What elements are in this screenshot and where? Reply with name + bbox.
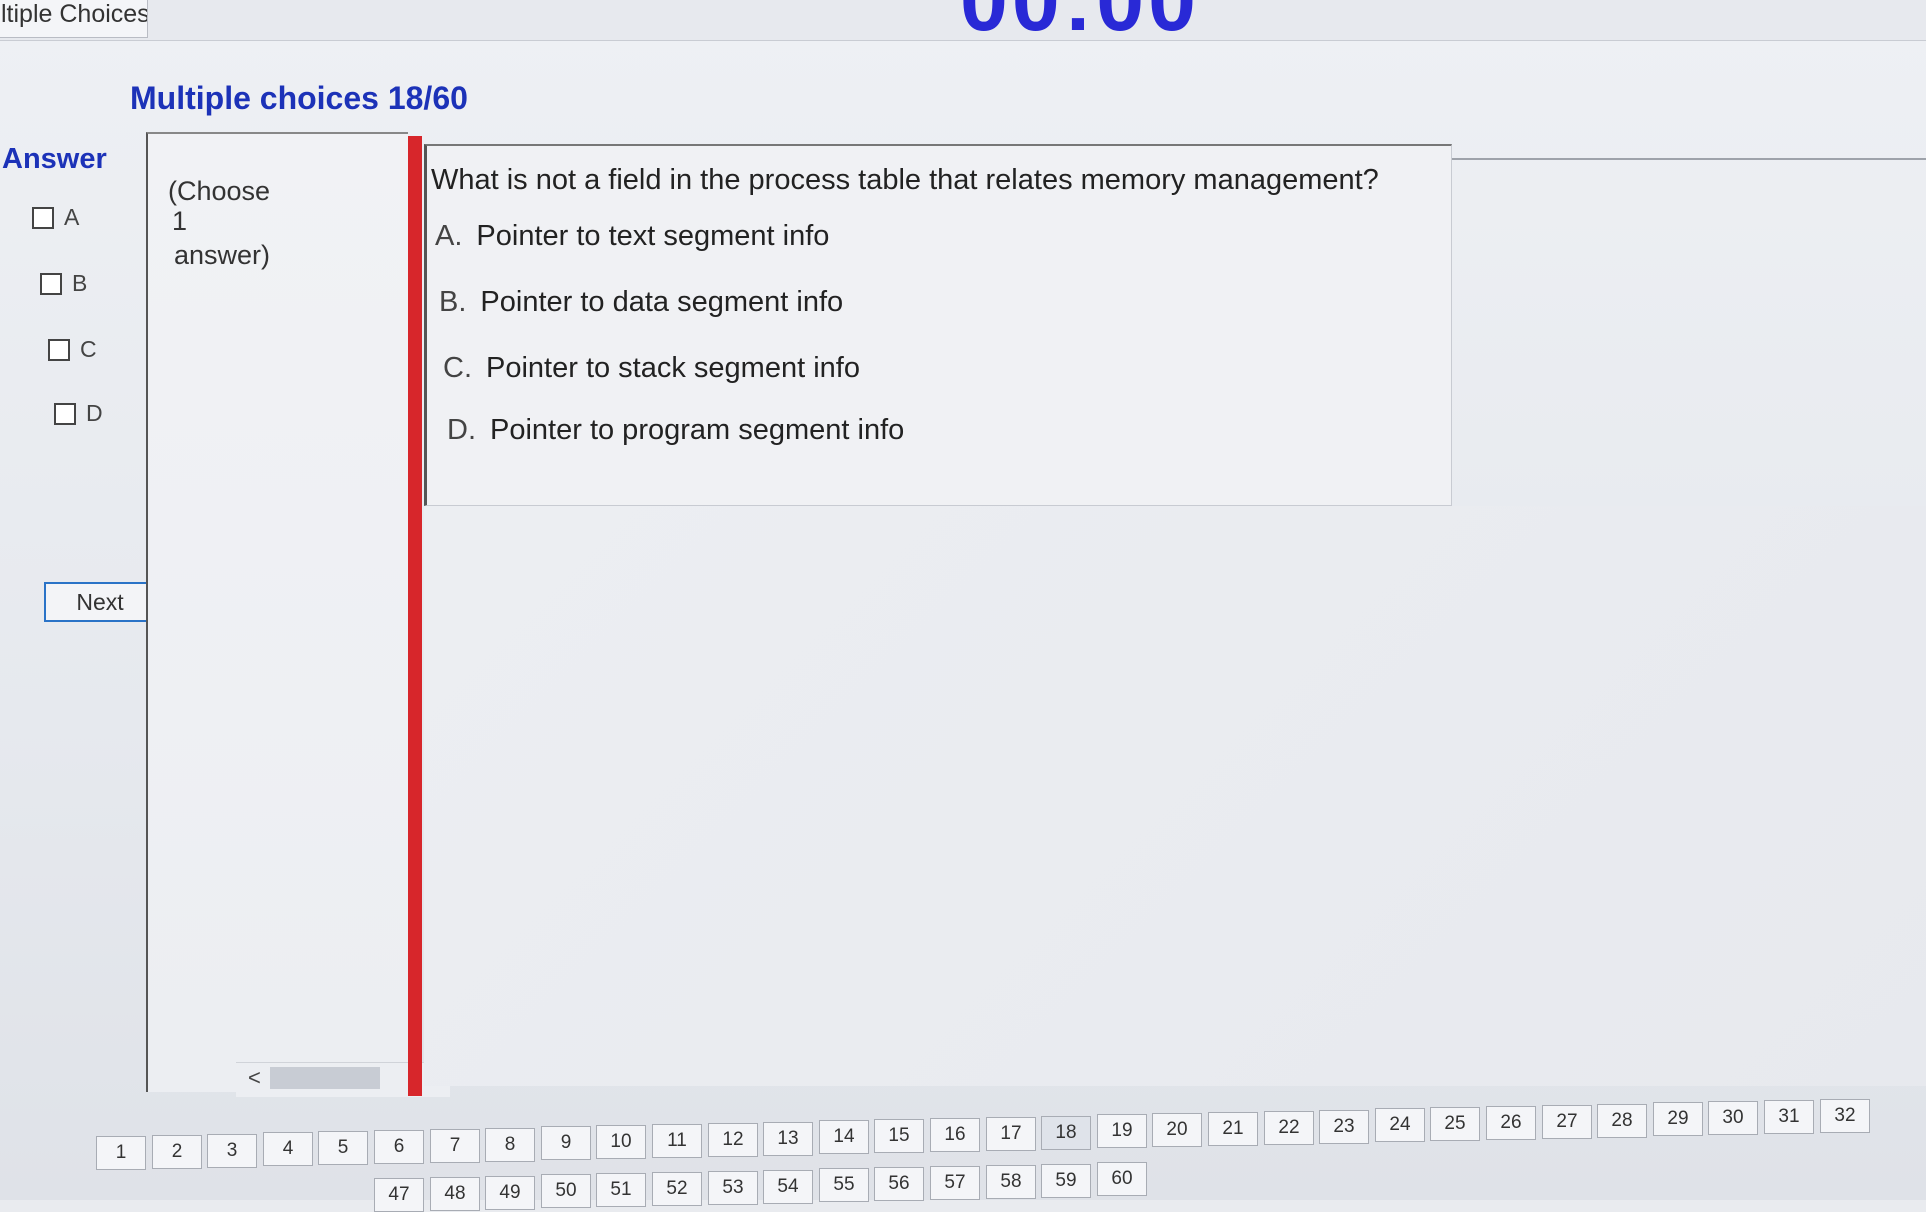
choice-text: Pointer to program segment info — [490, 414, 905, 446]
choice-letter: A. — [435, 220, 463, 252]
page-button-11[interactable]: 11 — [652, 1124, 702, 1158]
countdown-timer: 00:00 — [960, 0, 1200, 49]
choice-text: Pointer to data segment info — [480, 286, 844, 318]
page-button-9[interactable]: 9 — [541, 1126, 591, 1160]
instruction-panel: (Choose 1 answer) — [146, 132, 408, 1092]
answer-checkbox-a[interactable] — [32, 206, 54, 229]
exam-window: ltiple Choices 00:00 Multiple choices 18… — [0, 0, 1926, 1212]
page-button-59[interactable]: 59 — [1041, 1164, 1091, 1198]
answer-option-label: D — [86, 400, 103, 426]
scroll-left-icon[interactable]: < — [248, 1065, 261, 1091]
page-button-6[interactable]: 6 — [374, 1130, 424, 1164]
page-button-54[interactable]: 54 — [763, 1170, 813, 1204]
page-button-21[interactable]: 21 — [1208, 1112, 1258, 1146]
page-button-18[interactable]: 18 — [1041, 1116, 1091, 1150]
instruction-text: answer) — [174, 240, 271, 270]
instruction-text: 1 — [172, 206, 188, 236]
page-button-20[interactable]: 20 — [1152, 1113, 1202, 1147]
page-button-10[interactable]: 10 — [596, 1125, 646, 1159]
page-button-12[interactable]: 12 — [708, 1123, 758, 1157]
page-button-47[interactable]: 47 — [374, 1178, 424, 1212]
page-button-19[interactable]: 19 — [1097, 1114, 1147, 1148]
choice-letter: C. — [443, 352, 472, 384]
answer-checkbox-d[interactable] — [54, 402, 76, 425]
page-button-16[interactable]: 16 — [930, 1118, 980, 1152]
page-button-8[interactable]: 8 — [485, 1128, 535, 1162]
window-tab[interactable]: ltiple Choices — [0, 0, 148, 38]
answer-checkbox-b[interactable] — [40, 272, 62, 295]
page-button-22[interactable]: 22 — [1264, 1111, 1314, 1145]
choice-c: C. Pointer to stack segment info — [443, 352, 860, 385]
choice-a: A. Pointer to text segment info — [435, 220, 829, 253]
page-button-49[interactable]: 49 — [485, 1176, 535, 1210]
page-button-17[interactable]: 17 — [986, 1117, 1036, 1151]
page-button-4[interactable]: 4 — [263, 1132, 313, 1166]
choice-d: D. Pointer to program segment info — [447, 414, 904, 447]
page-button-14[interactable]: 14 — [819, 1120, 869, 1154]
page-button-24[interactable]: 24 — [1375, 1108, 1425, 1142]
page-button-30[interactable]: 30 — [1708, 1101, 1758, 1135]
page-button-31[interactable]: 31 — [1764, 1100, 1814, 1134]
page-title: Multiple choices 18/60 — [130, 80, 468, 116]
answer-option-c[interactable]: C — [48, 336, 97, 363]
page-button-15[interactable]: 15 — [874, 1119, 924, 1153]
question-panel: What is not a field in the process table… — [424, 144, 1452, 506]
page-button-5[interactable]: 5 — [318, 1131, 368, 1165]
divider-line — [1452, 158, 1926, 160]
page-button-58[interactable]: 58 — [986, 1165, 1036, 1199]
choice-text: Pointer to text segment info — [476, 220, 830, 252]
page-button-3[interactable]: 3 — [207, 1134, 257, 1168]
answer-option-label: A — [64, 204, 80, 230]
page-button-56[interactable]: 56 — [874, 1167, 924, 1201]
page-button-27[interactable]: 27 — [1542, 1105, 1592, 1139]
page-button-1[interactable]: 1 — [96, 1136, 146, 1170]
page-button-25[interactable]: 25 — [1430, 1107, 1480, 1141]
panel-divider — [408, 136, 422, 1096]
answer-checkbox-c[interactable] — [48, 338, 70, 361]
page-button-48[interactable]: 48 — [430, 1177, 480, 1211]
content-area — [424, 506, 1926, 1086]
page-button-57[interactable]: 57 — [930, 1166, 980, 1200]
page-button-2[interactable]: 2 — [152, 1135, 202, 1169]
page-button-13[interactable]: 13 — [763, 1122, 813, 1156]
next-button[interactable]: Next — [44, 582, 156, 622]
question-text: What is not a field in the process table… — [431, 164, 1379, 196]
page-button-29[interactable]: 29 — [1653, 1102, 1703, 1136]
scroll-thumb[interactable] — [270, 1067, 380, 1089]
page-button-28[interactable]: 28 — [1597, 1104, 1647, 1138]
page-button-55[interactable]: 55 — [819, 1168, 869, 1202]
answer-option-a[interactable]: A — [32, 204, 79, 231]
choice-letter: B. — [439, 286, 467, 318]
page-button-60[interactable]: 60 — [1097, 1162, 1147, 1196]
page-button-32[interactable]: 32 — [1820, 1099, 1870, 1133]
answer-option-label: C — [80, 336, 97, 362]
answer-option-label: B — [72, 270, 88, 296]
page-button-51[interactable]: 51 — [596, 1173, 646, 1207]
choice-b: B. Pointer to data segment info — [439, 286, 843, 319]
choice-text: Pointer to stack segment info — [486, 352, 860, 384]
page-button-50[interactable]: 50 — [541, 1174, 591, 1208]
answer-label: Answer — [2, 143, 107, 175]
instruction-text: (Choose — [168, 176, 271, 206]
answer-option-b[interactable]: B — [40, 270, 87, 297]
choice-letter: D. — [447, 414, 476, 446]
answer-option-d[interactable]: D — [54, 400, 103, 427]
page-button-26[interactable]: 26 — [1486, 1106, 1536, 1140]
page-button-52[interactable]: 52 — [652, 1172, 702, 1206]
page-button-7[interactable]: 7 — [430, 1129, 480, 1163]
page-button-23[interactable]: 23 — [1319, 1110, 1369, 1144]
